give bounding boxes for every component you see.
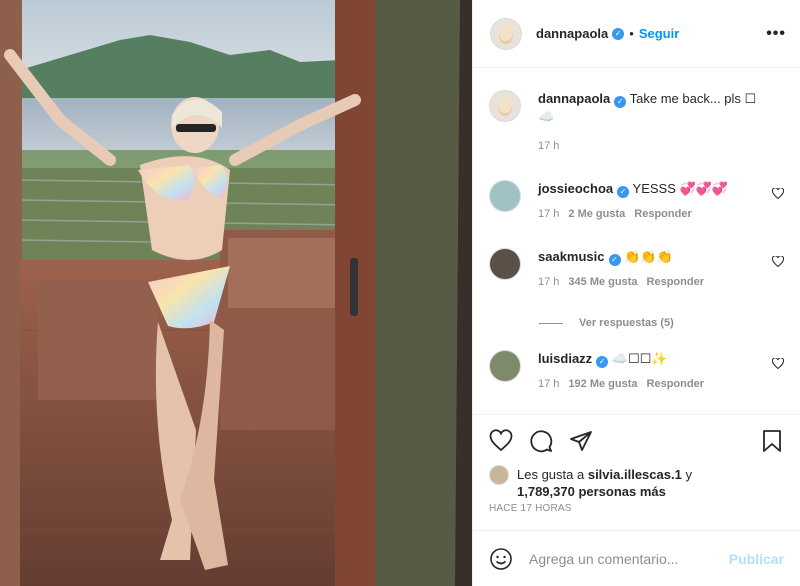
reply-button[interactable]: Responder <box>647 378 704 390</box>
reply-button[interactable]: Responder <box>634 208 691 220</box>
comment-text: 👏👏👏 <box>624 249 673 264</box>
caption-text-continued: ☁️ <box>538 109 555 124</box>
comment-icon[interactable] <box>529 429 553 453</box>
caption-avatar[interactable] <box>489 90 521 122</box>
verified-icon: ✓ <box>608 254 621 266</box>
view-replies-button[interactable]: Ver respuestas (5) <box>539 317 674 329</box>
likes-prefix: Les gusta a <box>517 467 585 482</box>
comments-list[interactable]: dannapaola ✓ Take me back... pls ☐ ☁️ 17 … <box>473 68 800 414</box>
comment-item: saakmusic ✓ 👏👏👏 17 h 345 Me gusta Responder <box>489 248 784 308</box>
emoji-icon[interactable] <box>489 547 513 571</box>
comment-username[interactable]: saakmusic <box>538 249 605 264</box>
reply-button[interactable]: Responder <box>647 276 704 288</box>
publish-button[interactable]: Publicar <box>729 551 784 567</box>
more-options-icon[interactable]: ••• <box>766 25 786 43</box>
comment-text: ☁️☐☐✨ <box>611 351 668 366</box>
likes-and: y <box>685 467 692 482</box>
verified-icon: ✓ <box>596 356 609 368</box>
comment-avatar[interactable] <box>489 248 521 280</box>
heart-icon[interactable] <box>772 256 784 267</box>
comment-time[interactable]: 17 h <box>538 276 559 288</box>
liker-avatar[interactable] <box>489 465 509 485</box>
action-bar <box>473 414 800 466</box>
comment-time[interactable]: 17 h <box>538 378 559 390</box>
heart-icon[interactable] <box>772 358 784 369</box>
comment-likes[interactable]: 2 Me gusta <box>568 208 625 220</box>
post-header: dannapaola ✓ • Seguir ••• <box>473 0 800 68</box>
caption: dannapaola ✓ Take me back... pls ☐ ☁️ 17 … <box>489 90 784 160</box>
post-sidebar: dannapaola ✓ • Seguir ••• dannapaola ✓ Ta… <box>472 0 800 586</box>
comment-avatar[interactable] <box>489 180 521 212</box>
comment-likes[interactable]: 192 Me gusta <box>568 378 637 390</box>
comment-username[interactable]: jossieochoa <box>538 181 613 196</box>
liker-username[interactable]: silvia.illescas.1 <box>588 467 682 482</box>
comment-username[interactable]: luisdiazz <box>538 351 592 366</box>
comment-avatar[interactable] <box>489 350 521 382</box>
likes-summary: Les gusta a silvia.illescas.1 y 1,789,37… <box>473 465 800 502</box>
heart-icon[interactable] <box>772 188 784 199</box>
comment-item: luisdiazz ✓ ☁️☐☐✨ 17 h 192 Me gusta Respond… <box>489 350 784 410</box>
share-icon[interactable] <box>569 429 593 453</box>
follow-button[interactable]: Seguir <box>639 26 679 41</box>
caption-time[interactable]: 17 h <box>538 140 559 152</box>
post-photo-illustration <box>0 0 472 586</box>
verified-icon: ✓ <box>617 186 630 198</box>
author-username[interactable]: dannapaola <box>536 26 608 41</box>
comment-item: jossieochoa ✓ YESSS 💞💞💞 17 h 2 Me gusta Res… <box>489 180 784 240</box>
author-avatar[interactable] <box>490 17 522 50</box>
instagram-post: dannapaola ✓ • Seguir ••• dannapaola ✓ Ta… <box>0 0 800 586</box>
separator-dot: • <box>629 26 634 41</box>
verified-icon: ✓ <box>612 27 625 40</box>
replies-line <box>539 322 563 324</box>
comment-time[interactable]: 17 h <box>538 208 559 220</box>
caption-text: Take me back... pls ☐ <box>629 91 757 106</box>
add-comment-bar: Agrega un comentario... Publicar <box>473 530 800 586</box>
save-icon[interactable] <box>760 429 784 453</box>
post-timestamp[interactable]: HACE 17 HORAS <box>473 502 800 530</box>
comment-likes[interactable]: 345 Me gusta <box>568 276 637 288</box>
verified-icon: ✓ <box>614 96 627 108</box>
comment-text: YESSS 💞💞💞 <box>632 181 729 196</box>
post-image[interactable] <box>0 0 472 586</box>
comment-input[interactable]: Agrega un comentario... <box>529 551 729 567</box>
caption-username[interactable]: dannapaola <box>538 91 610 106</box>
like-icon[interactable] <box>489 428 513 453</box>
likes-count[interactable]: 1,789,370 personas más <box>517 484 666 499</box>
